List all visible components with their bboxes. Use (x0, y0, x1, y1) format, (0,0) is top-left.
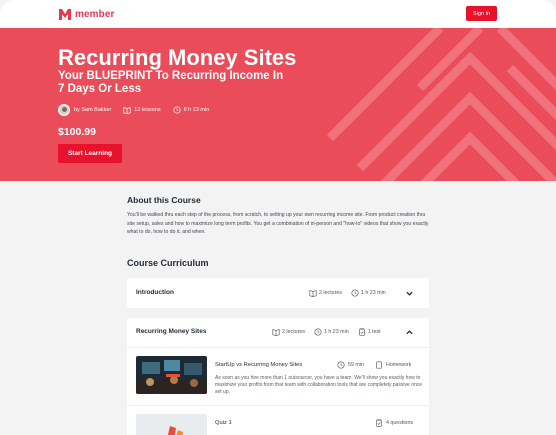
lesson-thumbnail (136, 356, 207, 394)
about-heading: About this Course (127, 195, 201, 205)
page: member Sign In Recurring Money Sites You… (0, 0, 556, 435)
test-icon (358, 328, 365, 336)
logo-m-icon (59, 9, 71, 20)
brand-name: member (75, 8, 115, 20)
section-meta: 2 lectures 1 h 23 min 1 test (272, 328, 381, 336)
book-icon (123, 107, 131, 114)
lesson-duration-meta: 59 min (337, 361, 364, 369)
sign-in-button[interactable]: Sign In (466, 6, 497, 21)
course-price: $100.99 (58, 126, 96, 138)
book-icon (309, 290, 317, 297)
lesson-type-meta: Homework (375, 361, 411, 369)
clock-icon (337, 361, 345, 369)
chevron-down-icon[interactable] (405, 289, 414, 298)
chevron-up-icon[interactable] (405, 328, 414, 337)
lesson-title[interactable]: Quiz 1 (215, 420, 232, 426)
lesson-type: Homework (386, 362, 412, 368)
course-duration: 8 h 23 min (183, 107, 210, 113)
brand-logo[interactable]: member (58, 7, 115, 21)
course-author[interactable]: by Sam Bakker (74, 107, 111, 113)
curriculum-heading: Course Curriculum (127, 258, 209, 268)
lesson-description: As soon as you hire more than 1 outsourc… (215, 375, 423, 395)
course-subtitle: Your BLUEPRINT To Recurring Income In 7 … (58, 70, 284, 95)
quiz-questions: 4 questions (386, 420, 414, 426)
curriculum-section-introduction[interactable]: Introduction 2 lectures 1 h 23 min (127, 278, 429, 308)
section-meta: 2 lectures 1 h 23 min (309, 289, 386, 297)
lesson-thumbnail (136, 414, 207, 435)
lesson-divider (127, 405, 429, 406)
lesson-count: 12 lessons (134, 107, 161, 113)
section-title: Introduction (136, 289, 174, 296)
lesson-duration: 59 min (348, 362, 364, 368)
section-lectures: 2 lectures (319, 290, 342, 296)
lesson-title[interactable]: StartUp vs Recurring Money Sites (215, 362, 302, 368)
course-title: Recurring Money Sites (58, 45, 297, 70)
book-icon (272, 329, 280, 336)
section-duration: 1 h 23 min (360, 290, 386, 296)
section-title[interactable]: Recurring Money Sites (136, 328, 206, 335)
author-avatar (58, 104, 70, 116)
about-body: You'll be walked thru each step of the p… (127, 212, 429, 235)
section-lectures: 2 lectures (282, 329, 305, 335)
clock-icon (314, 328, 322, 336)
curriculum-section-recurring-money-sites: Recurring Money Sites 2 lectures 1 h 23 … (127, 318, 429, 435)
clock-icon (173, 106, 181, 114)
start-learning-button[interactable]: Start Learning (58, 144, 122, 163)
section-divider (127, 347, 429, 348)
clock-icon (351, 289, 359, 297)
section-tests: 1 test (367, 329, 381, 335)
course-hero: Recurring Money Sites Your BLUEPRINT To … (0, 28, 556, 181)
top-bar: member Sign In (0, 0, 556, 28)
section-duration: 1 h 23 min (323, 329, 349, 335)
course-meta: by Sam Bakker 12 lessons 8 h 23 min (58, 104, 209, 116)
homework-icon (376, 361, 382, 369)
quiz-questions-meta: 4 questions (375, 419, 413, 427)
test-icon (376, 419, 382, 427)
